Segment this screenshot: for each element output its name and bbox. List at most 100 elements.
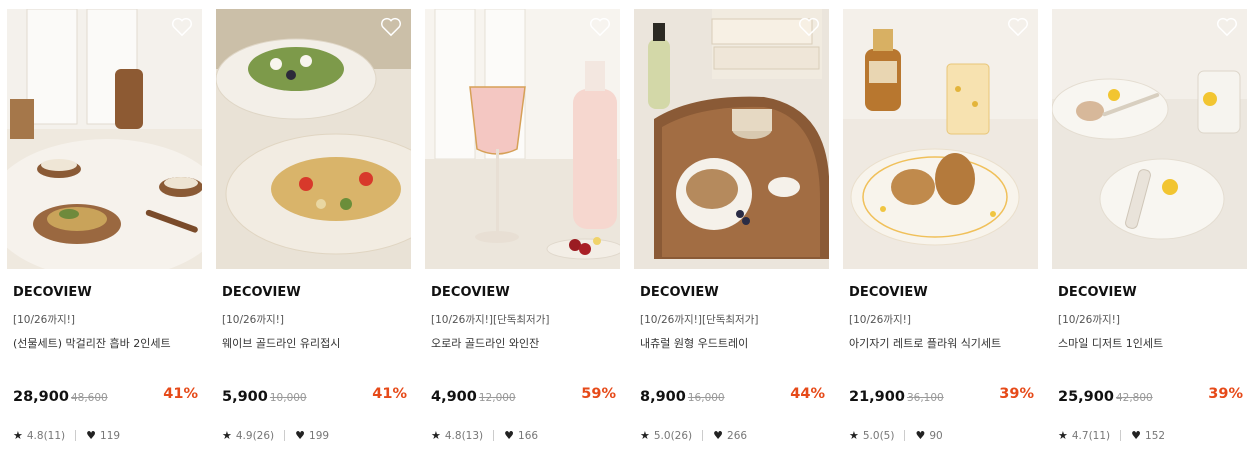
discount-rate: 39% [1208,386,1243,402]
divider [493,430,495,441]
original-price: 16,000 [687,392,725,404]
original-price: 36,100 [906,392,944,404]
divider [702,430,704,441]
product-name[interactable]: 웨이브 골드라인 유리접시 [222,335,340,351]
product-photo [1052,9,1247,269]
discount-rate: 44% [790,386,825,402]
divider [904,430,906,441]
review-meta: ★ 5.0(26) ♥ 266 [640,429,747,442]
wishlist-heart-icon[interactable] [798,17,820,37]
product-card[interactable]: DECOVIEW [10/26까지!] (선물세트) 막걸리잔 흡바 2인세트 … [7,9,202,449]
rating: 4.7(11) [1071,429,1111,442]
product-card[interactable]: DECOVIEW [10/26까지!][단독최저가] 오로라 골드라인 와인잔 … [425,9,620,449]
rating: 5.0(5) [862,429,895,442]
review-meta: ★ 5.0(5) ♥ 90 [849,429,943,442]
price-row: 5,900 10,000 41% [222,386,407,406]
like-count: 266 [727,429,748,442]
product-name[interactable]: 오로라 골드라인 와인잔 [431,335,539,351]
promo-tag: [10/26까지!] [1058,314,1120,326]
review-meta: ★ 4.9(26) ♥ 199 [222,429,329,442]
star-icon: ★ [222,429,232,442]
like-count: 199 [309,429,330,442]
price-row: 8,900 16,000 44% [640,386,825,406]
original-price: 12,000 [478,392,516,404]
brand-name[interactable]: DECOVIEW [640,285,719,300]
star-icon: ★ [1058,429,1068,442]
product-photo [216,9,411,269]
rating: 4.8(11) [26,429,66,442]
review-meta: ★ 4.7(11) ♥ 152 [1058,429,1165,442]
product-card[interactable]: DECOVIEW [10/26까지!] 아기자기 레트로 플라워 식기세트 21… [843,9,1038,449]
star-icon: ★ [640,429,650,442]
product-name[interactable]: 아기자기 레트로 플라워 식기세트 [849,335,1001,351]
like-count: 152 [1145,429,1166,442]
discount-rate: 41% [163,386,198,402]
sale-price: 21,900 [849,389,905,405]
product-image[interactable] [634,9,829,269]
heart-filled-icon: ♥ [504,429,515,442]
brand-name[interactable]: DECOVIEW [431,285,510,300]
heart-filled-icon: ♥ [1131,429,1142,442]
like-count: 166 [518,429,539,442]
wishlist-heart-icon[interactable] [589,17,611,37]
product-card[interactable]: DECOVIEW [10/26까지!] 웨이브 골드라인 유리접시 5,900 1… [216,9,411,449]
product-name[interactable]: 스마일 디저트 1인세트 [1058,335,1163,351]
promo-tag: [10/26까지!] [13,314,75,326]
sale-price: 28,900 [13,389,69,405]
product-name[interactable]: (선물세트) 막걸리잔 흡바 2인세트 [13,335,171,351]
like-count: 119 [100,429,121,442]
product-image[interactable] [425,9,620,269]
like-count: 90 [929,429,943,442]
review-meta: ★ 4.8(13) ♥ 166 [431,429,538,442]
promo-tag: [10/26까지!] [849,314,911,326]
price-row: 21,900 36,100 39% [849,386,1034,406]
product-image[interactable] [1052,9,1247,269]
product-photo [425,9,620,269]
wishlist-heart-icon[interactable] [1216,17,1238,37]
sale-price: 5,900 [222,389,268,405]
star-icon: ★ [431,429,441,442]
product-image[interactable] [7,9,202,269]
promo-tag: [10/26까지!][단독최저가] [640,314,759,326]
price-row: 4,900 12,000 59% [431,386,616,406]
original-price: 48,600 [70,392,108,404]
price-row: 28,900 48,600 41% [13,386,198,406]
brand-name[interactable]: DECOVIEW [13,285,92,300]
product-name[interactable]: 내츄럴 원형 우드트레이 [640,335,748,351]
product-photo [7,9,202,269]
original-price: 42,800 [1115,392,1153,404]
product-photo [634,9,829,269]
discount-rate: 59% [581,386,616,402]
brand-name[interactable]: DECOVIEW [1058,285,1137,300]
brand-name[interactable]: DECOVIEW [849,285,928,300]
product-image[interactable] [216,9,411,269]
heart-filled-icon: ♥ [86,429,97,442]
heart-filled-icon: ♥ [713,429,724,442]
product-card[interactable]: DECOVIEW [10/26까지!] 스마일 디저트 1인세트 25,900 4… [1052,9,1247,449]
wishlist-heart-icon[interactable] [380,17,402,37]
divider [75,430,77,441]
product-grid: DECOVIEW [10/26까지!] (선물세트) 막걸리잔 흡바 2인세트 … [0,0,1256,453]
rating: 4.9(26) [235,429,275,442]
sale-price: 25,900 [1058,389,1114,405]
promo-tag: [10/26까지!][단독최저가] [431,314,550,326]
heart-filled-icon: ♥ [915,429,926,442]
heart-filled-icon: ♥ [295,429,306,442]
product-image[interactable] [843,9,1038,269]
wishlist-heart-icon[interactable] [171,17,193,37]
price-row: 25,900 42,800 39% [1058,386,1243,406]
star-icon: ★ [849,429,859,442]
wishlist-heart-icon[interactable] [1007,17,1029,37]
discount-rate: 39% [999,386,1034,402]
star-icon: ★ [13,429,23,442]
promo-tag: [10/26까지!] [222,314,284,326]
product-photo [843,9,1038,269]
original-price: 10,000 [269,392,307,404]
product-card[interactable]: DECOVIEW [10/26까지!][단독최저가] 내츄럴 원형 우드트레이 … [634,9,829,449]
sale-price: 8,900 [640,389,686,405]
rating: 5.0(26) [653,429,693,442]
divider [284,430,286,441]
review-meta: ★ 4.8(11) ♥ 119 [13,429,120,442]
brand-name[interactable]: DECOVIEW [222,285,301,300]
discount-rate: 41% [372,386,407,402]
